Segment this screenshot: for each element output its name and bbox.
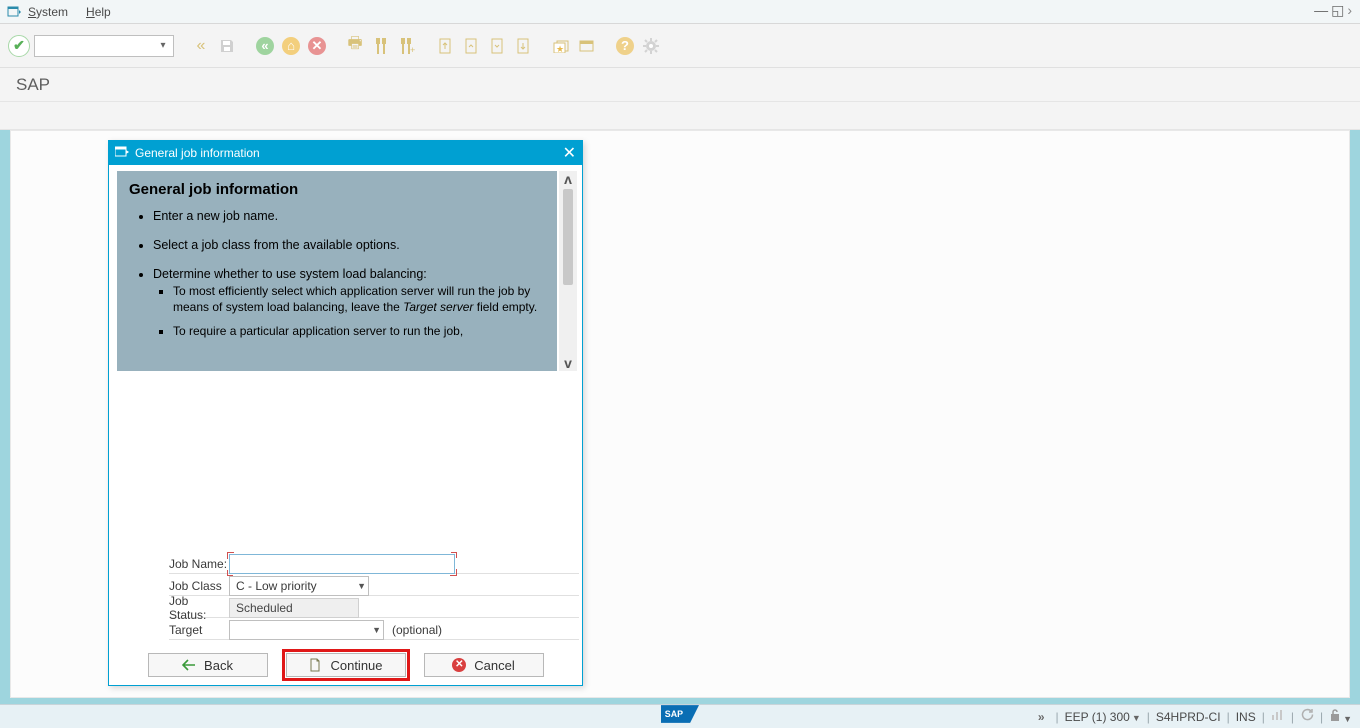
minimize-icon[interactable]: — bbox=[1314, 3, 1328, 17]
document-icon bbox=[308, 658, 322, 672]
app-menu-icon[interactable] bbox=[6, 4, 22, 20]
status-server: S4HPRD-CI bbox=[1156, 710, 1221, 724]
back-arrow-icon bbox=[182, 658, 196, 672]
window-controls: — ◱ › bbox=[1314, 3, 1352, 17]
find-next-icon[interactable]: + bbox=[396, 35, 418, 57]
app-toolbar bbox=[0, 102, 1360, 130]
page-first-icon[interactable] bbox=[434, 35, 456, 57]
info-heading: General job information bbox=[129, 181, 545, 198]
nav-back-icon[interactable]: « bbox=[254, 35, 276, 57]
page-title: SAP bbox=[0, 68, 1360, 102]
menu-help[interactable]: Help bbox=[86, 5, 111, 19]
page-down-icon[interactable] bbox=[486, 35, 508, 57]
settings-icon[interactable] bbox=[640, 35, 662, 57]
tcode-input[interactable]: ▾ bbox=[34, 35, 174, 57]
page-last-icon[interactable] bbox=[512, 35, 534, 57]
status-mode: INS bbox=[1236, 710, 1256, 724]
back-button[interactable]: Back bbox=[148, 653, 268, 677]
status-expand-icon[interactable]: » bbox=[1038, 710, 1042, 724]
svg-text:+: + bbox=[410, 45, 415, 54]
nav-cancel-icon[interactable]: ✕ bbox=[306, 35, 328, 57]
job-status-label: Job Status: bbox=[119, 594, 229, 622]
target-select[interactable]: ▼ bbox=[229, 620, 384, 640]
status-lock-icon[interactable]: ▼ bbox=[1329, 708, 1352, 725]
find-icon[interactable] bbox=[370, 35, 392, 57]
scroll-thumb[interactable] bbox=[563, 189, 573, 285]
info-sub-1: To most efficiently select which applica… bbox=[173, 283, 545, 315]
job-class-value: C - Low priority bbox=[236, 579, 317, 593]
main-toolbar: ✔ ▾ « « ⌂ ✕ 🖶 + ★ ? bbox=[0, 24, 1360, 68]
dialog-title-text: General job information bbox=[135, 146, 260, 160]
sap-logo: SAP bbox=[661, 705, 699, 726]
info-panel: General job information Enter a new job … bbox=[117, 171, 557, 371]
scroll-down-icon[interactable]: v bbox=[564, 355, 572, 371]
svg-text:★: ★ bbox=[556, 44, 564, 53]
print-icon[interactable]: 🖶 bbox=[344, 35, 366, 57]
target-hint: (optional) bbox=[392, 623, 442, 637]
new-session-icon[interactable]: ★ bbox=[550, 35, 572, 57]
help-icon[interactable]: ? bbox=[614, 35, 636, 57]
info-scrollbar[interactable]: ʌ v bbox=[559, 171, 577, 371]
chevron-down-icon: ▼ bbox=[357, 581, 366, 591]
job-class-label: Job Class bbox=[119, 579, 229, 593]
job-class-select[interactable]: C - Low priority ▼ bbox=[229, 576, 369, 596]
nav-exit-icon[interactable]: ⌂ bbox=[280, 35, 302, 57]
info-bullet-1: Enter a new job name. bbox=[153, 208, 545, 225]
scroll-up-icon[interactable]: ʌ bbox=[564, 171, 572, 187]
menu-system[interactable]: System bbox=[28, 5, 68, 19]
chevron-down-icon: ▼ bbox=[372, 625, 381, 635]
dialog-titlebar: General job information ✕ bbox=[109, 141, 582, 165]
back-icon[interactable]: « bbox=[190, 35, 212, 57]
target-label: Target bbox=[119, 623, 229, 637]
dialog-buttons: Back Continue ✕ Cancel bbox=[109, 653, 582, 677]
info-sub-2: To require a particular application serv… bbox=[173, 323, 545, 339]
save-icon[interactable] bbox=[216, 35, 238, 57]
info-bullet-3: Determine whether to use system load bal… bbox=[153, 266, 545, 339]
job-status-value: Scheduled bbox=[229, 598, 359, 618]
status-system[interactable]: EEP (1) 300▼ bbox=[1065, 710, 1141, 724]
menu-bar: System Help SystemHelp — ◱ › bbox=[0, 0, 1360, 24]
page-up-icon[interactable] bbox=[460, 35, 482, 57]
status-refresh-icon[interactable] bbox=[1300, 708, 1314, 725]
info-bullet-2: Select a job class from the available op… bbox=[153, 237, 545, 254]
cancel-icon: ✕ bbox=[452, 658, 466, 672]
close-icon[interactable]: ✕ bbox=[563, 143, 576, 163]
enter-button[interactable]: ✔ bbox=[8, 35, 30, 57]
continue-button[interactable]: Continue bbox=[286, 653, 406, 677]
status-chart-icon[interactable] bbox=[1271, 709, 1285, 724]
job-name-input[interactable] bbox=[229, 554, 455, 574]
app-frame: System Help SystemHelp — ◱ › ✔ ▾ « « ⌂ ✕… bbox=[0, 0, 1360, 728]
restore-icon[interactable]: ◱ bbox=[1331, 3, 1344, 17]
dialog-general-job-info: General job information ✕ General job in… bbox=[108, 140, 583, 686]
dialog-icon bbox=[115, 146, 129, 161]
job-name-label: Job Name: bbox=[119, 557, 229, 571]
shortcut-icon[interactable] bbox=[576, 35, 598, 57]
svg-text:SAP: SAP bbox=[665, 709, 683, 719]
status-bar: SAP » | EEP (1) 300▼ | S4HPRD-CI | INS |… bbox=[0, 704, 1360, 728]
overflow-icon[interactable]: › bbox=[1347, 3, 1352, 17]
cancel-button[interactable]: ✕ Cancel bbox=[424, 653, 544, 677]
dropdown-icon: ▾ bbox=[155, 38, 171, 54]
